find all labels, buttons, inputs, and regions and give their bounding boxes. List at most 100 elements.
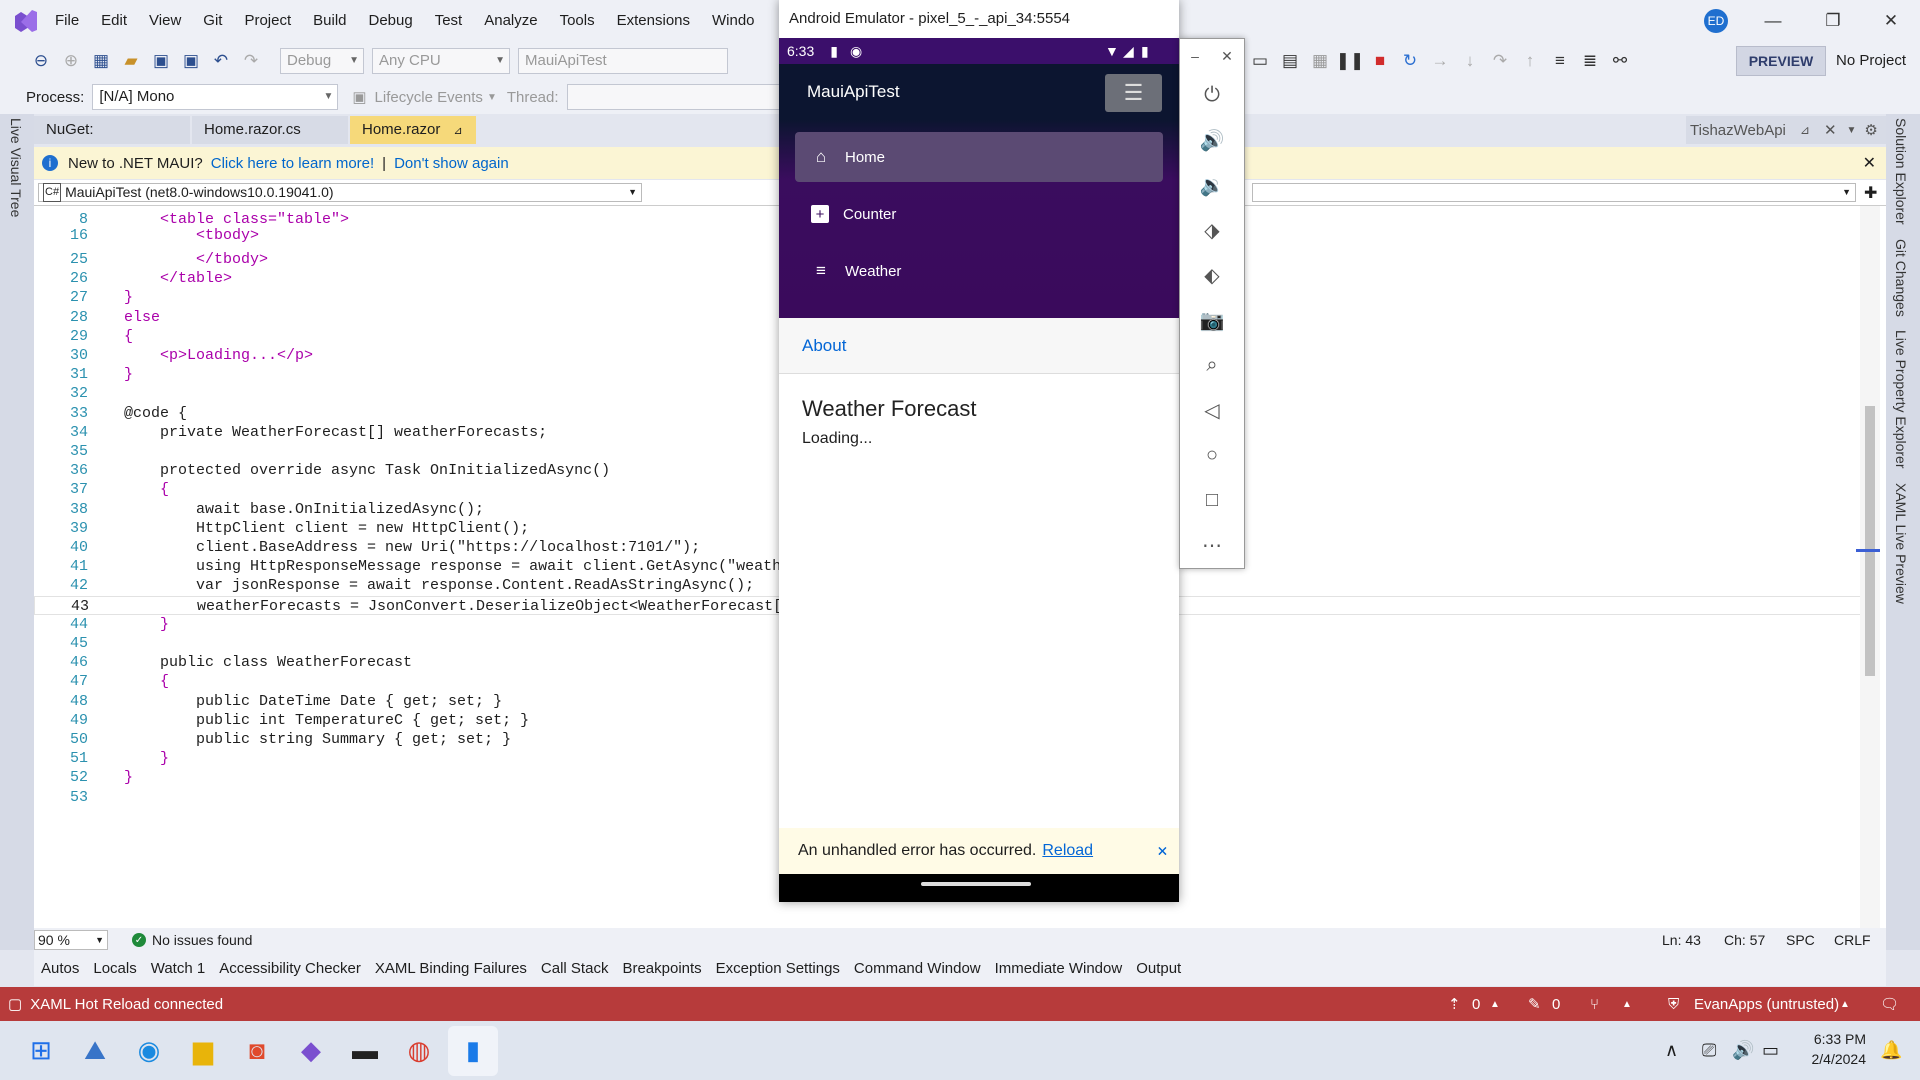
repo-chevron-icon[interactable]: ▲ <box>1840 999 1850 1010</box>
terminal-icon[interactable]: ▬ <box>340 1026 390 1076</box>
startup-project-dropdown[interactable]: MauiApiTest <box>518 48 728 74</box>
dismiss-icon[interactable]: 🗙 <box>1158 841 1167 862</box>
start-icon[interactable]: ⊞ <box>16 1026 66 1076</box>
nav-item-home[interactable]: ⌂ Home <box>795 132 1163 182</box>
tool-tab-exception-settings[interactable]: Exception Settings <box>709 952 847 986</box>
camera-icon[interactable]: 📷 <box>1180 298 1244 343</box>
split-icon[interactable]: ✚ <box>1864 183 1877 203</box>
zoom-icon[interactable]: ⌕ <box>1180 343 1244 388</box>
tool-tab-output[interactable]: Output <box>1129 952 1188 986</box>
new-item-icon[interactable]: ▦ <box>88 48 114 74</box>
file-explorer-icon[interactable]: ▆ <box>178 1026 228 1076</box>
user-avatar[interactable]: ED <box>1704 9 1728 33</box>
notifications-bell-icon[interactable]: 🔔 <box>1880 1040 1902 1061</box>
back-icon[interactable]: ⊖ <box>28 48 54 74</box>
repo-name[interactable]: EvanApps (untrusted) <box>1694 996 1839 1013</box>
power-icon[interactable]: ⏻ <box>1180 73 1244 118</box>
redo-icon[interactable]: ↷ <box>238 48 264 74</box>
step-over-icon[interactable]: → <box>1427 48 1453 74</box>
tishaz-tab[interactable]: TishazWebApi ⊿ ✕ ▼ ⚙ <box>1686 116 1886 144</box>
menu-git[interactable]: Git <box>192 0 233 42</box>
tool-tab-command-window[interactable]: Command Window <box>847 952 988 986</box>
camera-app-icon[interactable]: ◙ <box>232 1026 282 1076</box>
tool-tab-call-stack[interactable]: Call Stack <box>534 952 616 986</box>
overview-square-icon[interactable]: □ <box>1180 478 1244 523</box>
branch-icon[interactable]: ⑂ <box>1590 996 1599 1013</box>
about-link[interactable]: About <box>779 318 1179 374</box>
menu-debug[interactable]: Debug <box>358 0 424 42</box>
dont-show-again-link[interactable]: Don't show again <box>394 155 509 172</box>
pencil-icon[interactable]: ✎ <box>1528 995 1541 1013</box>
vertical-scrollbar[interactable] <box>1856 206 1880 928</box>
configuration-dropdown[interactable]: Debug ▼ <box>280 48 364 74</box>
minimize-icon[interactable]: — <box>1744 0 1802 42</box>
vs-logo-icon[interactable] <box>8 3 44 39</box>
menu-tools[interactable]: Tools <box>549 0 606 42</box>
info-close-icon[interactable]: ✕ <box>1863 153 1876 173</box>
emulator-close-icon[interactable]: ✕ <box>1221 48 1233 65</box>
battery-icon[interactable]: ▭ <box>1762 1040 1779 1061</box>
pin-icon[interactable]: ⊿ <box>450 125 462 137</box>
device-icon[interactable]: ▤ <box>1277 48 1303 74</box>
volume-down-icon[interactable]: 🔉 <box>1180 163 1244 208</box>
push-count[interactable]: 0 <box>1472 996 1480 1013</box>
rotate-right-icon[interactable]: ⬖ <box>1180 253 1244 298</box>
comment-icon[interactable]: ≣ <box>1577 48 1603 74</box>
save-icon[interactable]: ▣ <box>148 48 174 74</box>
format-icon[interactable]: ≡ <box>1547 48 1573 74</box>
menu-file[interactable]: File <box>44 0 90 42</box>
clock[interactable]: 6:33 PM 2/4/2024 <box>1800 1029 1867 1069</box>
menu-analyze[interactable]: Analyze <box>473 0 548 42</box>
emulator-taskbar-icon[interactable]: ▮ <box>448 1025 498 1076</box>
push-icon[interactable]: ⇡ <box>1448 995 1461 1013</box>
lifecycle-events-label[interactable]: Lifecycle Events <box>375 89 483 106</box>
thread-dropdown[interactable] <box>566 84 793 110</box>
project-context-dropdown[interactable]: C# MauiApiTest (net8.0-windows10.0.19041… <box>38 183 642 202</box>
nav-item-counter[interactable]: + Counter <box>795 189 1163 239</box>
more-icon[interactable]: ⋯ <box>1180 523 1244 568</box>
branch-chevron-icon[interactable]: ▲ <box>1622 999 1632 1010</box>
home-circle-icon[interactable]: ○ <box>1180 433 1244 478</box>
step-out-icon[interactable]: ↑ <box>1517 48 1543 74</box>
menu-extensions[interactable]: Extensions <box>606 0 701 42</box>
emulator-minimize-icon[interactable]: – <box>1191 48 1199 64</box>
column-number[interactable]: Ch: 57 <box>1724 932 1765 948</box>
menu-build[interactable]: Build <box>302 0 357 42</box>
tool-tab-accessibility-checker[interactable]: Accessibility Checker <box>212 952 368 986</box>
back-triangle-icon[interactable]: ◁ <box>1180 388 1244 433</box>
forward-icon[interactable]: ⊕ <box>58 48 84 74</box>
repo-icon[interactable]: ⛨ <box>1668 996 1679 1013</box>
tool-tab-locals[interactable]: Locals <box>86 952 143 986</box>
tray-chevron-icon[interactable]: ∧ <box>1665 1040 1678 1061</box>
live-share-icon[interactable]: ⚯ <box>1607 48 1633 74</box>
save-all-icon[interactable]: ▣ <box>178 48 204 74</box>
volume-icon[interactable]: 🔊 <box>1732 1040 1754 1061</box>
chevron-down-icon[interactable]: ▼ <box>487 92 497 103</box>
edge-icon[interactable]: ◉ <box>124 1026 174 1076</box>
issues-label[interactable]: No issues found <box>152 932 252 948</box>
preview-button[interactable]: PREVIEW <box>1736 46 1826 76</box>
step-back-icon[interactable]: ↷ <box>1487 48 1513 74</box>
live-visual-tree-tab[interactable]: Live Visual Tree <box>8 118 24 217</box>
member-dropdown[interactable]: ▼ <box>1252 183 1856 202</box>
line-number[interactable]: Ln: 43 <box>1662 932 1701 948</box>
panel-tab-live-property-explorer[interactable]: Live Property Explorer <box>1893 330 1909 469</box>
panel-tab-xaml-live-preview[interactable]: XAML Live Preview <box>1893 483 1909 604</box>
reload-link[interactable]: Reload <box>1042 842 1093 860</box>
pin-icon[interactable]: ⊿ <box>1800 123 1810 137</box>
pause-icon[interactable]: ❚❚ <box>1336 48 1365 74</box>
volume-up-icon[interactable]: 🔊 <box>1180 118 1244 163</box>
scrollbar-thumb[interactable] <box>1865 406 1875 676</box>
changes-count[interactable]: 0 <box>1552 996 1560 1013</box>
tool-tab-watch-1[interactable]: Watch 1 <box>144 952 212 986</box>
open-icon[interactable]: ▰ <box>118 48 144 74</box>
zoom-dropdown[interactable]: 90 % ▼ <box>34 930 108 950</box>
visual-studio-icon[interactable]: ◆ <box>286 1026 336 1076</box>
network-icon[interactable]: ⎚ <box>1702 1040 1716 1061</box>
task-manager-icon[interactable]: ⛰ <box>70 1026 120 1076</box>
panel-tab-git-changes[interactable]: Git Changes <box>1893 239 1909 317</box>
layout-icon[interactable]: ▭ <box>1247 48 1273 74</box>
hamburger-menu-icon[interactable]: ☰ <box>1105 74 1162 112</box>
hot-reload-status[interactable]: XAML Hot Reload connected <box>30 996 223 1013</box>
tool-tab-autos[interactable]: Autos <box>34 952 86 986</box>
